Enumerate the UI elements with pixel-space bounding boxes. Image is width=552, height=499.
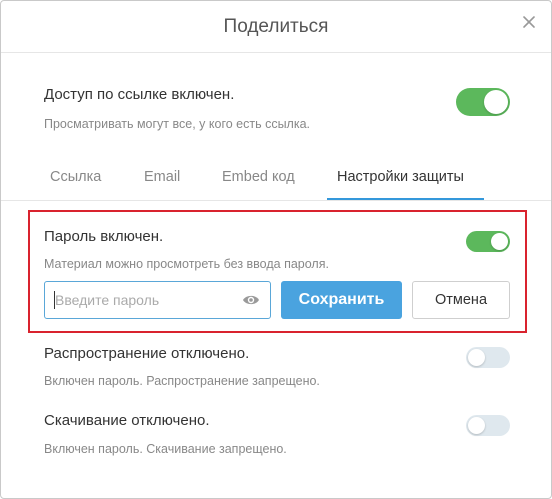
link-access-title: Доступ по ссылке включен. [44, 86, 235, 103]
sharing-description: Включен пароль. Распространение запрещен… [44, 374, 320, 388]
toggle-knob [468, 349, 485, 366]
save-button[interactable]: Сохранить [281, 281, 402, 319]
eye-icon[interactable] [242, 293, 260, 312]
sharing-title: Распространение отключено. [44, 345, 250, 362]
download-title: Скачивание отключено. [44, 412, 210, 429]
download-description: Включен пароль. Скачивание запрещено. [44, 442, 287, 456]
cancel-button[interactable]: Отмена [412, 281, 510, 319]
password-toggle[interactable] [466, 231, 510, 252]
tab-email[interactable]: Email [144, 169, 180, 185]
password-input[interactable] [55, 282, 235, 318]
password-title: Пароль включен. [44, 228, 164, 245]
password-description: Материал можно просмотреть без ввода пар… [44, 257, 329, 271]
toggle-knob [484, 90, 508, 114]
tab-embed[interactable]: Embed код [222, 169, 295, 185]
link-access-toggle[interactable] [456, 88, 510, 116]
close-icon[interactable] [519, 12, 539, 32]
password-field [44, 281, 271, 319]
toggle-knob [491, 233, 508, 250]
sharing-toggle[interactable] [466, 347, 510, 368]
tab-bar: Ссылка Email Embed код Настройки защиты [1, 153, 551, 201]
dialog-title: Поделиться [223, 16, 329, 37]
toggle-knob [468, 417, 485, 434]
link-access-description: Просматривать могут все, у кого есть ссы… [44, 117, 311, 131]
tab-link[interactable]: Ссылка [50, 169, 101, 185]
share-dialog: Поделиться Доступ по ссылке включен. Про… [0, 0, 552, 499]
download-toggle[interactable] [466, 415, 510, 436]
active-tab-indicator [327, 198, 484, 200]
tab-protection-settings[interactable]: Настройки защиты [337, 169, 464, 185]
dialog-header: Поделиться [1, 1, 551, 53]
